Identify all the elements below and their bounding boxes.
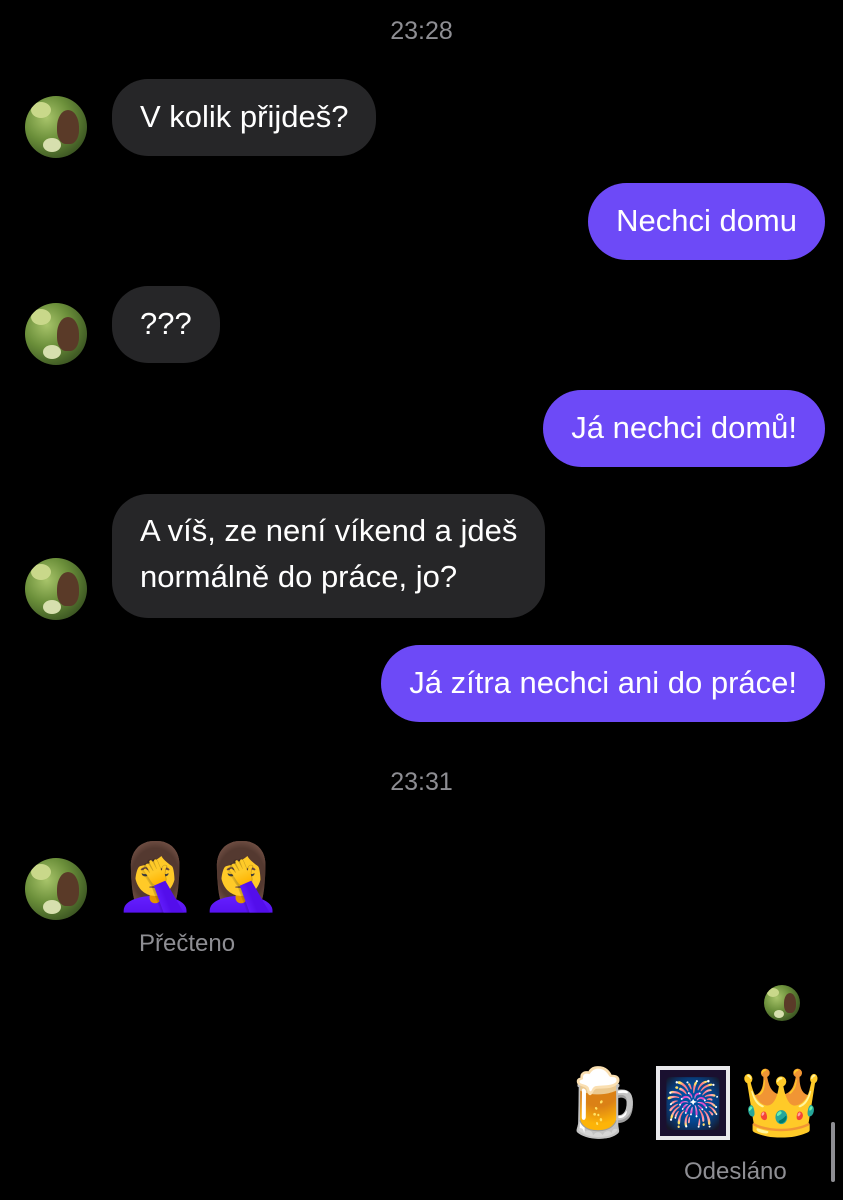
incoming-message[interactable]: ??? bbox=[112, 286, 220, 363]
contact-avatar[interactable] bbox=[25, 858, 87, 920]
sent-status: Odesláno bbox=[684, 1158, 787, 1185]
outgoing-message[interactable]: Já zítra nechci ani do práce! bbox=[381, 645, 825, 722]
message-text-line: A víš, ze není víkend a jdeš bbox=[140, 513, 518, 548]
facepalm-emoji[interactable]: 🤦‍♀️ bbox=[114, 836, 196, 916]
contact-avatar[interactable] bbox=[25, 303, 87, 365]
timestamp: 23:28 bbox=[390, 17, 453, 45]
message-text: Já nechci domů! bbox=[571, 410, 797, 445]
timestamp: 23:31 bbox=[390, 768, 453, 796]
fireworks-emoji-selected[interactable]: 🎆 bbox=[656, 1066, 730, 1140]
message-text: Nechci domu bbox=[616, 203, 797, 238]
incoming-message[interactable]: V kolik přijdeš? bbox=[112, 79, 377, 156]
contact-avatar[interactable] bbox=[25, 96, 87, 158]
outgoing-message[interactable]: Nechci domu bbox=[588, 183, 825, 260]
incoming-message[interactable]: A víš, ze není víkend a jdeš normálně do… bbox=[112, 494, 546, 618]
message-text-line: normálně do práce, jo? bbox=[140, 559, 458, 594]
message-text: Já zítra nechci ani do práce! bbox=[409, 665, 797, 700]
contact-avatar[interactable] bbox=[25, 558, 87, 620]
read-receipt-avatar bbox=[764, 985, 800, 1021]
outgoing-message[interactable]: Já nechci domů! bbox=[543, 390, 825, 467]
crown-emoji[interactable]: 👑 bbox=[740, 1062, 822, 1142]
beer-emoji[interactable]: 🍺 bbox=[560, 1062, 642, 1142]
facepalm-emoji[interactable]: 🤦‍♀️ bbox=[200, 836, 282, 916]
scrollbar[interactable] bbox=[831, 1122, 835, 1182]
read-status: Přečteno bbox=[139, 930, 236, 957]
fireworks-emoji: 🎆 bbox=[663, 1077, 723, 1131]
message-text: ??? bbox=[140, 306, 192, 341]
message-text: V kolik přijdeš? bbox=[140, 99, 349, 134]
